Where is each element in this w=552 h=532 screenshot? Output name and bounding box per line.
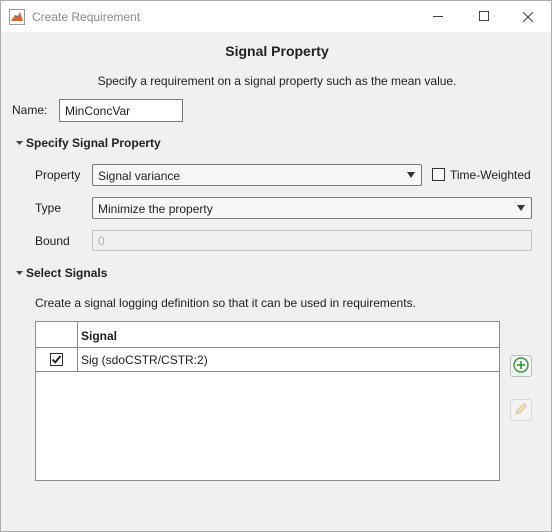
dropdown-arrow-icon bbox=[517, 205, 525, 211]
property-label: Property bbox=[35, 168, 81, 182]
checkbox-column-header bbox=[36, 322, 78, 347]
add-icon bbox=[513, 356, 529, 376]
add-signal-button[interactable] bbox=[510, 355, 532, 377]
table-header: Signal bbox=[36, 322, 499, 348]
name-label: Name: bbox=[12, 103, 48, 117]
time-weighted-label: Time-Weighted bbox=[450, 168, 531, 182]
edit-signal-button[interactable] bbox=[510, 399, 532, 421]
type-label: Type bbox=[35, 201, 62, 215]
dropdown-arrow-icon bbox=[407, 172, 415, 178]
maximize-button[interactable] bbox=[461, 1, 507, 32]
specify-signal-property-header[interactable]: Specify Signal Property bbox=[14, 136, 161, 150]
title-bar: Create Requirement bbox=[1, 1, 551, 32]
type-dropdown[interactable]: Minimize the property bbox=[92, 197, 532, 219]
name-field[interactable]: MinConcVar bbox=[59, 99, 183, 122]
page-description: Specify a requirement on a signal proper… bbox=[97, 74, 457, 88]
property-dropdown[interactable]: Signal variance bbox=[92, 164, 422, 186]
signals-description: Create a signal logging definition so th… bbox=[35, 296, 416, 310]
bound-field: 0 bbox=[92, 230, 532, 251]
close-icon bbox=[522, 11, 534, 23]
row-checkbox-cell bbox=[36, 348, 78, 371]
pencil-icon bbox=[513, 401, 529, 420]
select-signals-header[interactable]: Select Signals bbox=[14, 266, 107, 280]
table-row[interactable]: Sig (sdoCSTR/CSTR:2) bbox=[36, 348, 499, 372]
signal-column-header: Signal bbox=[81, 329, 118, 343]
chevron-down-icon bbox=[14, 137, 26, 149]
section-title: Specify Signal Property bbox=[26, 136, 161, 150]
close-button[interactable] bbox=[505, 1, 551, 32]
minimize-button[interactable] bbox=[415, 1, 461, 32]
type-value: Minimize the property bbox=[98, 202, 213, 216]
minimize-icon bbox=[432, 11, 444, 22]
section-title: Select Signals bbox=[26, 266, 108, 280]
chevron-down-icon bbox=[14, 267, 26, 279]
matlab-icon bbox=[9, 9, 25, 25]
signals-table: Signal Sig (sdoCSTR/CSTR:2) bbox=[35, 321, 500, 481]
checkmark-icon bbox=[51, 355, 62, 364]
window-title: Create Requirement bbox=[32, 10, 141, 24]
create-requirement-dialog: Create Requirement Signal Property Speci… bbox=[0, 0, 552, 532]
signal-cell: Sig (sdoCSTR/CSTR:2) bbox=[81, 353, 208, 367]
maximize-icon bbox=[478, 11, 490, 22]
property-value: Signal variance bbox=[98, 169, 181, 183]
page-title: Signal Property bbox=[225, 43, 329, 59]
row-checkbox[interactable] bbox=[50, 353, 63, 366]
bound-label: Bound bbox=[35, 234, 70, 248]
time-weighted-checkbox[interactable] bbox=[432, 168, 445, 181]
